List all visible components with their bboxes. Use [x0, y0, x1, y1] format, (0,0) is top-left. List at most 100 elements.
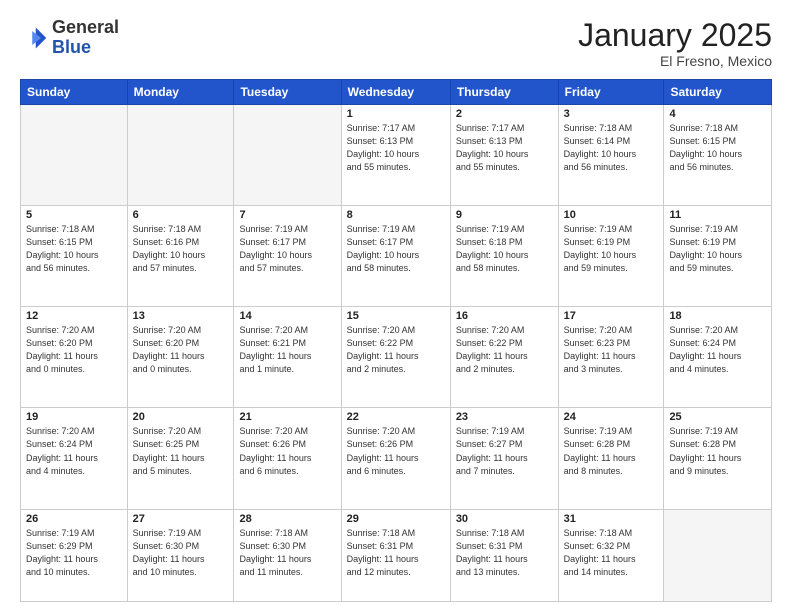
calendar-cell: 15 Sunrise: 7:20 AMSunset: 6:22 PMDayligh…	[341, 307, 450, 408]
day-info: Sunrise: 7:17 AMSunset: 6:13 PMDaylight:…	[456, 122, 553, 174]
calendar-cell	[664, 509, 772, 602]
day-info: Sunrise: 7:19 AMSunset: 6:17 PMDaylight:…	[239, 223, 335, 275]
calendar-cell: 6Sunrise: 7:18 AMSunset: 6:16 PMDaylight…	[127, 206, 234, 307]
col-header-thursday: Thursday	[450, 80, 558, 105]
day-info: Sunrise: 7:19 AMSunset: 6:18 PMDaylight:…	[456, 223, 553, 275]
col-header-saturday: Saturday	[664, 80, 772, 105]
month-title: January 2025	[578, 18, 772, 53]
day-info: Sunrise: 7:20 AMSunset: 6:26 PMDaylight:…	[347, 425, 445, 477]
calendar-week-row: 19Sunrise: 7:20 AMSunset: 6:24 PMDayligh…	[21, 408, 772, 509]
day-number: 20	[133, 411, 229, 423]
day-info: Sunrise: 7:17 AMSunset: 6:13 PMDaylight:…	[347, 122, 445, 174]
calendar-cell: 3 Sunrise: 7:18 AMSunset: 6:14 PMDaylight…	[558, 105, 664, 206]
calendar-cell: 18Sunrise: 7:20 AMSunset: 6:24 PMDayligh…	[664, 307, 772, 408]
day-info: Sunrise: 7:20 AMSunset: 6:21 PMDaylight:…	[239, 324, 335, 376]
calendar-cell: 12Sunrise: 7:20 AMSunset: 6:20 PMDayligh…	[21, 307, 128, 408]
day-info: Sunrise: 7:20 AMSunset: 6:24 PMDaylight:…	[669, 324, 766, 376]
day-info: Sunrise: 7:19 AMSunset: 6:28 PMDaylight:…	[564, 425, 659, 477]
calendar-cell	[234, 105, 341, 206]
day-info: Sunrise: 7:20 AMSunset: 6:23 PMDaylight:…	[564, 324, 659, 376]
day-info: Sunrise: 7:19 AMSunset: 6:30 PMDaylight:…	[133, 527, 229, 579]
day-number: 10	[564, 209, 659, 221]
day-number: 6	[133, 209, 229, 221]
calendar-cell: 14 Sunrise: 7:20 AMSunset: 6:21 PMDayligh…	[234, 307, 341, 408]
logo-icon	[20, 24, 48, 52]
calendar-cell: 10 Sunrise: 7:19 AMSunset: 6:19 PMDayligh…	[558, 206, 664, 307]
calendar-cell: 20 Sunrise: 7:20 AMSunset: 6:25 PMDayligh…	[127, 408, 234, 509]
day-number: 14	[239, 310, 335, 322]
calendar-cell: 7 Sunrise: 7:19 AMSunset: 6:17 PMDaylight…	[234, 206, 341, 307]
calendar-cell: 8Sunrise: 7:19 AMSunset: 6:17 PMDaylight…	[341, 206, 450, 307]
calendar-cell: 5 Sunrise: 7:18 AMSunset: 6:15 PMDaylight…	[21, 206, 128, 307]
calendar-cell: 13 Sunrise: 7:20 AMSunset: 6:20 PMDayligh…	[127, 307, 234, 408]
day-info: Sunrise: 7:20 AMSunset: 6:24 PMDaylight:…	[26, 425, 122, 477]
calendar-cell: 17Sunrise: 7:20 AMSunset: 6:23 PMDayligh…	[558, 307, 664, 408]
day-number: 27	[133, 513, 229, 525]
day-number: 28	[239, 513, 335, 525]
calendar-cell: 1 Sunrise: 7:17 AMSunset: 6:13 PMDaylight…	[341, 105, 450, 206]
calendar-cell: 30Sunrise: 7:18 AMSunset: 6:31 PMDayligh…	[450, 509, 558, 602]
day-info: Sunrise: 7:19 AMSunset: 6:27 PMDaylight:…	[456, 425, 553, 477]
day-number: 9	[456, 209, 553, 221]
day-number: 5	[26, 209, 122, 221]
day-number: 22	[347, 411, 445, 423]
day-number: 25	[669, 411, 766, 423]
day-info: Sunrise: 7:19 AMSunset: 6:17 PMDaylight:…	[347, 223, 445, 275]
day-number: 15	[347, 310, 445, 322]
day-info: Sunrise: 7:20 AMSunset: 6:26 PMDaylight:…	[239, 425, 335, 477]
day-info: Sunrise: 7:18 AMSunset: 6:14 PMDaylight:…	[564, 122, 659, 174]
day-number: 2	[456, 108, 553, 120]
col-header-tuesday: Tuesday	[234, 80, 341, 105]
day-info: Sunrise: 7:18 AMSunset: 6:15 PMDaylight:…	[669, 122, 766, 174]
header: General Blue January 2025 El Fresno, Mex…	[20, 18, 772, 69]
day-info: Sunrise: 7:20 AMSunset: 6:22 PMDaylight:…	[347, 324, 445, 376]
day-number: 12	[26, 310, 122, 322]
logo-blue-text: Blue	[52, 37, 91, 57]
calendar-cell: 4 Sunrise: 7:18 AMSunset: 6:15 PMDaylight…	[664, 105, 772, 206]
day-info: Sunrise: 7:20 AMSunset: 6:25 PMDaylight:…	[133, 425, 229, 477]
day-number: 31	[564, 513, 659, 525]
day-info: Sunrise: 7:18 AMSunset: 6:15 PMDaylight:…	[26, 223, 122, 275]
title-block: January 2025 El Fresno, Mexico	[578, 18, 772, 69]
calendar-week-row: 12 Sunrise: 7:20 AMSunset: 6:20 PMDayligh…	[21, 307, 772, 408]
logo-general-text: General	[52, 17, 119, 37]
calendar-cell: 25 Sunrise: 7:19 AMSunset: 6:28 PMDayligh…	[664, 408, 772, 509]
calendar-cell: 28 Sunrise: 7:18 AMSunset: 6:30 PMDayligh…	[234, 509, 341, 602]
calendar-cell: 22 Sunrise: 7:20 AMSunset: 6:26 PMDayligh…	[341, 408, 450, 509]
day-number: 26	[26, 513, 122, 525]
day-info: Sunrise: 7:18 AMSunset: 6:31 PMDaylight:…	[347, 527, 445, 579]
calendar-week-row: 26Sunrise: 7:19 AMSunset: 6:29 PMDayligh…	[21, 509, 772, 602]
day-info: Sunrise: 7:19 AMSunset: 6:28 PMDaylight:…	[669, 425, 766, 477]
day-number: 23	[456, 411, 553, 423]
calendar-cell: 29 Sunrise: 7:18 AMSunset: 6:31 PMDayligh…	[341, 509, 450, 602]
day-info: Sunrise: 7:20 AMSunset: 6:20 PMDaylight:…	[133, 324, 229, 376]
day-info: Sunrise: 7:18 AMSunset: 6:30 PMDaylight:…	[239, 527, 335, 579]
col-header-monday: Monday	[127, 80, 234, 105]
day-number: 30	[456, 513, 553, 525]
day-number: 1	[347, 108, 445, 120]
calendar-table: SundayMondayTuesdayWednesdayThursdayFrid…	[20, 79, 772, 602]
calendar-cell: 24Sunrise: 7:19 AMSunset: 6:28 PMDayligh…	[558, 408, 664, 509]
col-header-friday: Friday	[558, 80, 664, 105]
calendar-cell: 27 Sunrise: 7:19 AMSunset: 6:30 PMDayligh…	[127, 509, 234, 602]
day-number: 16	[456, 310, 553, 322]
day-number: 13	[133, 310, 229, 322]
page: General Blue January 2025 El Fresno, Mex…	[0, 0, 792, 612]
calendar-cell: 2 Sunrise: 7:17 AMSunset: 6:13 PMDaylight…	[450, 105, 558, 206]
day-number: 7	[239, 209, 335, 221]
calendar-cell: 16Sunrise: 7:20 AMSunset: 6:22 PMDayligh…	[450, 307, 558, 408]
day-info: Sunrise: 7:18 AMSunset: 6:32 PMDaylight:…	[564, 527, 659, 579]
day-number: 3	[564, 108, 659, 120]
calendar-cell	[127, 105, 234, 206]
calendar-week-row: 1 Sunrise: 7:17 AMSunset: 6:13 PMDaylight…	[21, 105, 772, 206]
logo: General Blue	[20, 18, 119, 58]
calendar-header-row: SundayMondayTuesdayWednesdayThursdayFrid…	[21, 80, 772, 105]
subtitle: El Fresno, Mexico	[578, 53, 772, 69]
day-number: 29	[347, 513, 445, 525]
calendar-cell: 26Sunrise: 7:19 AMSunset: 6:29 PMDayligh…	[21, 509, 128, 602]
calendar-cell: 19Sunrise: 7:20 AMSunset: 6:24 PMDayligh…	[21, 408, 128, 509]
day-info: Sunrise: 7:19 AMSunset: 6:19 PMDaylight:…	[564, 223, 659, 275]
day-number: 11	[669, 209, 766, 221]
day-info: Sunrise: 7:19 AMSunset: 6:19 PMDaylight:…	[669, 223, 766, 275]
day-number: 4	[669, 108, 766, 120]
